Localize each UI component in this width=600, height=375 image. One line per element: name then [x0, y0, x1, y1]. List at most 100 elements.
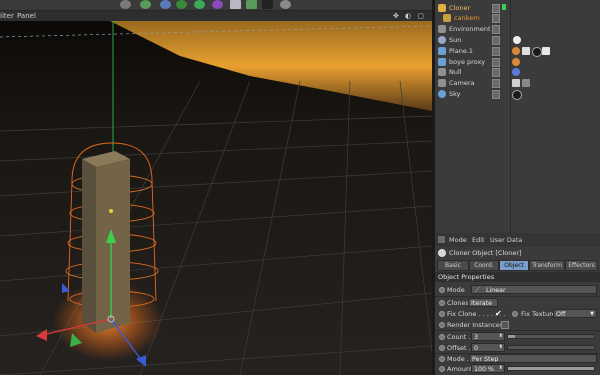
prop-step-mode: Mode . . . Per Step — [435, 354, 600, 364]
visibility-flag-boye-proxy[interactable] — [492, 58, 500, 67]
animate-dot[interactable] — [512, 311, 518, 317]
object-name-sky[interactable]: Sky — [449, 90, 461, 98]
sky-material-tag-icon[interactable] — [512, 90, 522, 100]
object-row-cankern[interactable]: cankern — [435, 13, 600, 23]
phong-tag-icon[interactable] — [512, 58, 520, 66]
count-slider[interactable] — [507, 334, 595, 339]
prop-count: Count . . . . 3 ⬍ — [435, 332, 600, 342]
visibility-flag-sky[interactable] — [492, 90, 500, 99]
tab-coord[interactable]: Coord. — [469, 260, 499, 271]
prop-fix-texture-label: Fix Texture — [521, 310, 556, 318]
object-name-camera[interactable]: Camera — [449, 79, 475, 87]
render-icon[interactable] — [140, 0, 151, 9]
object-row-sun[interactable]: Sun — [435, 35, 600, 45]
offset-slider[interactable] — [507, 345, 595, 350]
prop-render-instances: Render Instances — [435, 320, 600, 330]
menu-edit[interactable]: Edit — [472, 236, 485, 244]
tab-effectors[interactable]: Effectors — [565, 260, 598, 271]
target-tag-icon[interactable] — [512, 68, 520, 76]
attribute-manager: Mode Edit User Data Cloner Object [Clone… — [435, 233, 600, 375]
prop-clones: Clones Iterate — [435, 298, 600, 308]
prop-offset: Offset . . . . 0 ⬍ — [435, 343, 600, 353]
visibility-flag-sun[interactable] — [492, 36, 500, 45]
animate-dot[interactable] — [439, 287, 445, 293]
visibility-flag-cloner[interactable] — [492, 4, 500, 13]
dropdown-arrow-icon: ▼ — [590, 311, 594, 317]
amount-slider[interactable] — [507, 366, 595, 371]
scene-icon[interactable] — [230, 0, 241, 9]
material-tag-icon[interactable] — [532, 47, 542, 57]
deformer-icon[interactable] — [212, 0, 223, 9]
animate-dot[interactable] — [439, 356, 445, 362]
prop-render-instances-label: Render Instances — [447, 321, 504, 329]
object-row-boye-proxy[interactable]: boye proxy — [435, 57, 600, 67]
fix-texture-dropdown[interactable]: Off ▼ — [553, 309, 597, 318]
object-name-plane-1[interactable]: Plane.1 — [449, 47, 473, 55]
tab-transform[interactable]: Transform — [529, 260, 565, 271]
spline-icon[interactable] — [176, 0, 187, 9]
camera-tag-icon[interactable] — [512, 79, 520, 87]
animate-dot[interactable] — [439, 300, 445, 306]
camera-icon[interactable] — [262, 0, 273, 9]
sun-tag-icon[interactable] — [513, 36, 521, 44]
render-instances-checkbox[interactable] — [501, 321, 509, 329]
object-name-cankern[interactable]: cankern — [454, 14, 480, 22]
phong-tag-icon[interactable] — [512, 47, 520, 55]
menu-user-data[interactable]: User Data — [490, 236, 522, 244]
render-settings-icon[interactable] — [120, 0, 131, 9]
object-row-plane-1[interactable]: Plane.1 — [435, 46, 600, 57]
null-object-icon — [438, 68, 446, 76]
panel-grip-icon[interactable] — [438, 236, 445, 243]
protection-tag-icon[interactable] — [522, 79, 530, 87]
section-title: Object Properties — [438, 273, 495, 281]
cloned-box-object[interactable] — [82, 151, 130, 333]
object-name-cloner[interactable]: Cloner — [449, 4, 470, 12]
animate-dot[interactable] — [439, 311, 445, 317]
nurbs-icon[interactable] — [194, 0, 205, 9]
amount-input[interactable]: 100 % ⬍ — [471, 364, 505, 373]
menu-mode[interactable]: Mode — [449, 236, 467, 244]
check-tag-cloner[interactable] — [502, 4, 506, 10]
animate-dot[interactable] — [439, 322, 445, 328]
tab-object[interactable]: Object — [499, 260, 529, 271]
3d-viewport[interactable] — [0, 21, 432, 375]
prop-amount: Amount 100 % ⬍ — [435, 364, 600, 374]
clones-dropdown[interactable]: Iterate — [468, 298, 498, 307]
animate-dot[interactable] — [439, 366, 445, 372]
object-name-sun[interactable]: Sun — [449, 36, 461, 44]
object-row-sky[interactable]: Sky — [435, 89, 600, 100]
prop-amount-label: Amount — [447, 365, 473, 373]
mode-dropdown[interactable]: ⟋ Linear — [471, 285, 597, 294]
tab-basic[interactable]: Basic — [437, 260, 469, 271]
object-name-boye-proxy[interactable]: boye proxy — [449, 58, 485, 66]
object-row-environment[interactable]: Environment — [435, 24, 600, 34]
offset-input[interactable]: 0 ⬍ — [471, 343, 505, 352]
step-mode-dropdown[interactable]: Per Step — [469, 354, 597, 363]
sky-object-icon — [438, 90, 446, 98]
cube-icon[interactable] — [160, 0, 171, 9]
proxy-object-icon — [438, 58, 446, 66]
checker-material-tag-icon[interactable] — [542, 47, 550, 55]
environment-icon[interactable] — [246, 0, 257, 9]
visibility-flag-environment[interactable] — [492, 25, 500, 34]
viewport-nav-icons[interactable]: ✥ ◐ ▢ — [393, 12, 426, 20]
visibility-flag-camera[interactable] — [492, 79, 500, 88]
object-manager: Cloner cankern Environment Sun Plane.1 b… — [435, 0, 600, 233]
visibility-flag-null[interactable] — [492, 68, 500, 77]
viewport-menu-filter[interactable]: ilter — [0, 12, 14, 20]
object-row-cloner[interactable]: Cloner — [435, 3, 600, 13]
count-value: 3 — [474, 334, 479, 341]
animate-dot[interactable] — [439, 334, 445, 340]
object-row-camera[interactable]: Camera — [435, 78, 600, 88]
object-row-null[interactable]: Null — [435, 67, 600, 77]
texture-tag-icon[interactable] — [522, 47, 530, 55]
fix-clone-checkbox[interactable]: ✔ — [495, 309, 502, 318]
visibility-flag-plane-1[interactable] — [492, 47, 500, 56]
viewport-menu-panel[interactable]: Panel — [17, 12, 36, 20]
light-icon[interactable] — [280, 0, 291, 9]
object-name-null[interactable]: Null — [449, 68, 462, 76]
count-input[interactable]: 3 ⬍ — [471, 332, 505, 341]
object-name-environment[interactable]: Environment — [449, 25, 491, 33]
visibility-flag-cankern[interactable] — [492, 14, 500, 23]
animate-dot[interactable] — [439, 345, 445, 351]
